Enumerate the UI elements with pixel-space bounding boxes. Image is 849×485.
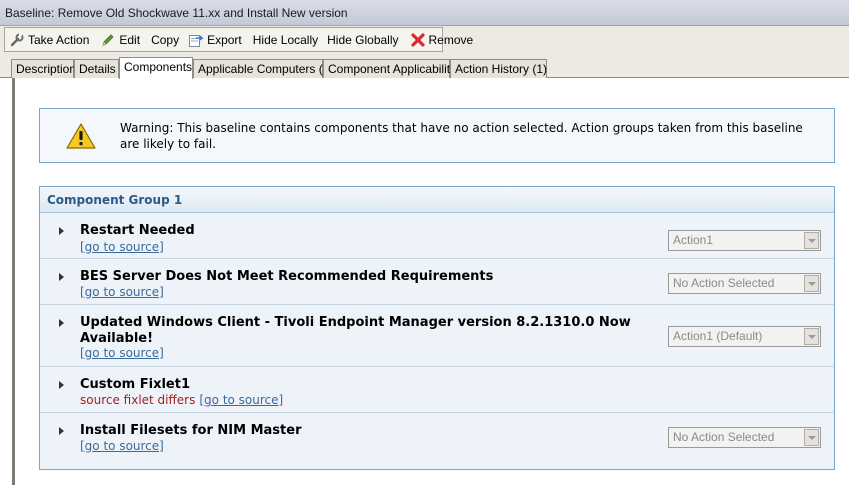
pencil-icon bbox=[100, 32, 116, 48]
dropdown-arrow-icon[interactable] bbox=[804, 232, 819, 249]
action-select[interactable]: Action1 (Default) bbox=[668, 326, 821, 347]
component-title: BES Server Does Not Meet Recommended Req… bbox=[80, 269, 494, 284]
tab-details[interactable]: Details bbox=[74, 59, 119, 78]
action-select-value: No Action Selected bbox=[673, 276, 775, 290]
action-select-value: Action1 bbox=[673, 233, 714, 247]
window-title-bar: Baseline: Remove Old Shockwave 11.xx and… bbox=[0, 0, 849, 26]
dropdown-arrow-icon[interactable] bbox=[804, 429, 819, 446]
copy-button[interactable]: Copy bbox=[147, 29, 184, 50]
toolbar: Take Action Edit Copy Export Hide Locall… bbox=[0, 26, 849, 54]
dropdown-arrow-icon[interactable] bbox=[804, 328, 819, 345]
hide-locally-button[interactable]: Hide Locally bbox=[249, 29, 323, 50]
tab-applicable-computers[interactable]: Applicable Computers (2) bbox=[193, 59, 333, 78]
tab-action-history[interactable]: Action History (1) bbox=[450, 59, 547, 78]
tab-components[interactable]: Components bbox=[119, 57, 193, 79]
go-to-source-link[interactable]: [go to source] bbox=[80, 285, 164, 299]
component-row: Install Filesets for NIM Master [go to s… bbox=[40, 413, 834, 459]
edit-button[interactable]: Edit bbox=[96, 29, 145, 50]
red-x-icon bbox=[410, 32, 426, 48]
action-select[interactable]: Action1 bbox=[668, 230, 821, 251]
tab-strip: Description Details Components Applicabl… bbox=[0, 54, 849, 79]
tab-label: Details bbox=[79, 62, 116, 76]
action-select-value: Action1 (Default) bbox=[673, 329, 763, 343]
take-action-button[interactable]: Take Action bbox=[5, 29, 94, 50]
dropdown-arrow-icon[interactable] bbox=[804, 275, 819, 292]
hide-locally-label: Hide Locally bbox=[252, 32, 319, 47]
tab-label: Component Applicability bbox=[328, 62, 457, 76]
expand-arrow-icon[interactable] bbox=[59, 381, 64, 389]
warning-triangle-icon bbox=[66, 123, 96, 149]
hide-globally-label: Hide Globally bbox=[327, 32, 399, 47]
tab-label: Description bbox=[16, 62, 77, 76]
hide-globally-button[interactable]: Hide Globally bbox=[323, 29, 403, 50]
component-title: Custom Fixlet1 bbox=[80, 377, 191, 392]
go-to-source-link[interactable]: [go to source] bbox=[80, 240, 164, 254]
tab-label: Components bbox=[124, 60, 193, 74]
action-select[interactable]: No Action Selected bbox=[668, 273, 821, 294]
remove-label: Remove bbox=[428, 32, 474, 47]
component-title: Updated Windows Client - Tivoli Endpoint… bbox=[80, 315, 631, 346]
action-select[interactable]: No Action Selected bbox=[668, 427, 821, 448]
component-title: Restart Needed bbox=[80, 223, 195, 238]
source-differs-text: source fixlet differs bbox=[80, 393, 196, 407]
go-to-source-link[interactable]: [go to source] bbox=[199, 393, 283, 407]
export-icon bbox=[188, 32, 204, 48]
go-to-source-link[interactable]: [go to source] bbox=[80, 346, 164, 360]
warning-panel: Warning: This baseline contains componen… bbox=[39, 108, 835, 163]
wrench-icon bbox=[9, 32, 25, 48]
take-action-label: Take Action bbox=[28, 32, 90, 47]
component-row: Updated Windows Client - Tivoli Endpoint… bbox=[40, 305, 834, 367]
action-select-value: No Action Selected bbox=[673, 430, 775, 444]
warning-message: Warning: This baseline contains componen… bbox=[120, 121, 803, 151]
tab-component-applicability[interactable]: Component Applicability bbox=[323, 59, 456, 78]
edit-label: Edit bbox=[119, 32, 141, 47]
expand-arrow-icon[interactable] bbox=[59, 227, 64, 235]
source-differs-note: source fixlet differs [go to source] bbox=[80, 393, 283, 407]
component-row: Restart Needed [go to source] Action1 bbox=[40, 213, 834, 259]
tab-description[interactable]: Description bbox=[11, 59, 77, 78]
component-title: Install Filesets for NIM Master bbox=[80, 423, 302, 438]
export-button[interactable]: Export bbox=[184, 29, 247, 50]
toolbar-button-group: Take Action Edit Copy Export Hide Locall… bbox=[4, 27, 473, 52]
copy-label: Copy bbox=[151, 32, 180, 47]
export-label: Export bbox=[207, 32, 242, 47]
expand-arrow-icon[interactable] bbox=[59, 427, 64, 435]
expand-arrow-icon[interactable] bbox=[59, 273, 64, 281]
component-group-header: Component Group 1 bbox=[40, 187, 834, 213]
remove-button[interactable]: Remove bbox=[406, 29, 479, 50]
window-title: Baseline: Remove Old Shockwave 11.xx and… bbox=[5, 6, 348, 20]
component-group-title: Component Group 1 bbox=[47, 193, 183, 207]
tab-label: Action History (1) bbox=[455, 62, 548, 76]
component-row: Custom Fixlet1 source fixlet differs [go … bbox=[40, 367, 834, 413]
expand-arrow-icon[interactable] bbox=[59, 319, 64, 327]
component-group-panel: Component Group 1 Restart Needed [go to … bbox=[39, 186, 835, 470]
component-row: BES Server Does Not Meet Recommended Req… bbox=[40, 259, 834, 305]
go-to-source-link[interactable]: [go to source] bbox=[80, 439, 164, 453]
tab-label: Applicable Computers (2) bbox=[198, 62, 334, 76]
